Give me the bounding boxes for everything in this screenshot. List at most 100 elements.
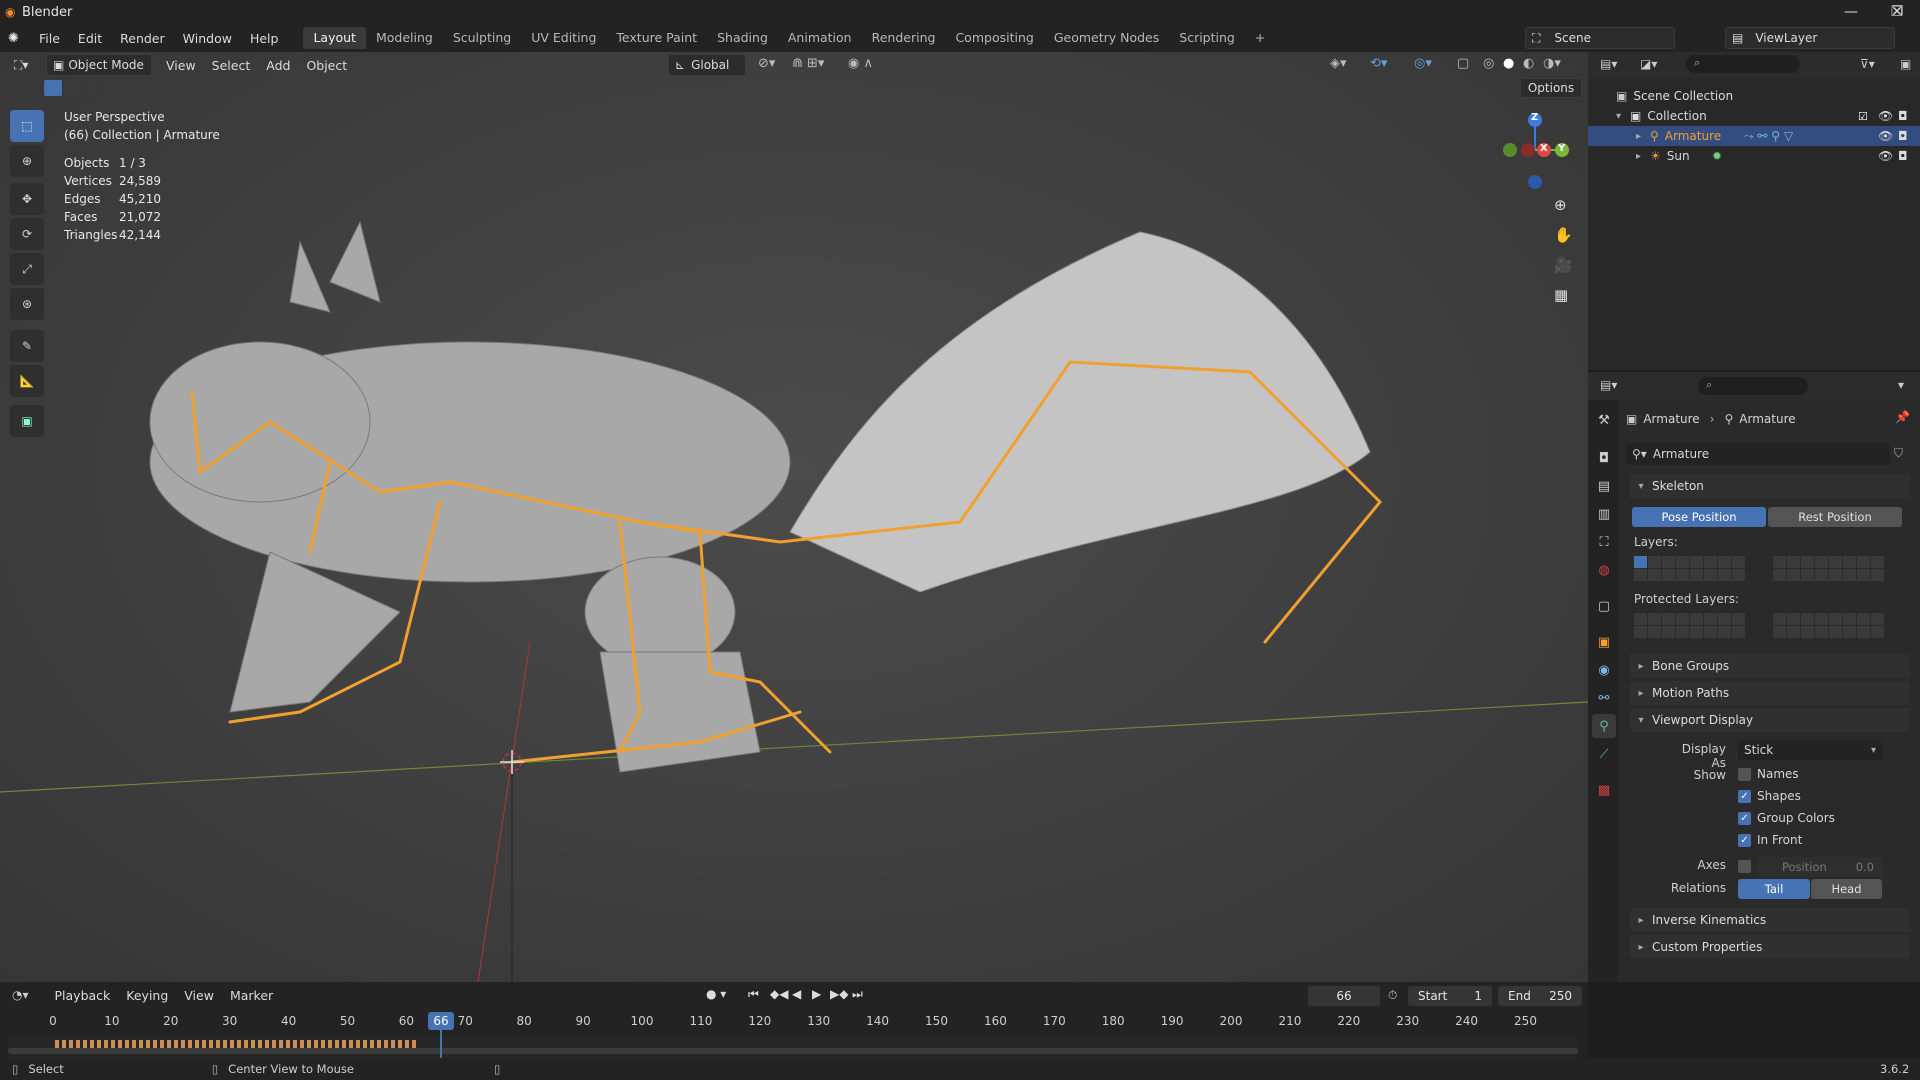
fake-user-shield-icon[interactable]: ⛉ xyxy=(1894,446,1903,461)
tab-world-icon[interactable]: ◍ xyxy=(1592,558,1616,582)
proportional-edit-icon[interactable]: ◉ ∧ xyxy=(848,56,873,71)
exclude-checkbox-icon[interactable]: ☑ xyxy=(1858,110,1868,123)
tab-texture-icon[interactable]: ▩ xyxy=(1592,778,1616,802)
select-new-icon[interactable] xyxy=(44,80,62,96)
tab-tool-icon[interactable]: ⚒ xyxy=(1592,408,1616,432)
outliner-row-sun[interactable]: ▸ ☀ Sun ✹ 👁 ◘ xyxy=(1588,146,1920,166)
xray-icon[interactable]: ▢ xyxy=(1457,56,1469,71)
menu-window[interactable]: Window xyxy=(174,31,241,46)
tab-animation[interactable]: Animation xyxy=(778,27,862,49)
new-collection-icon[interactable]: ▣ xyxy=(1900,57,1911,71)
eye-icon[interactable]: 👁 xyxy=(1878,129,1893,143)
blender-menu-icon[interactable]: ✺ xyxy=(8,31,30,46)
menu-view[interactable]: View xyxy=(158,58,204,73)
layers-grid-b[interactable] xyxy=(1773,556,1884,581)
select-subtract-icon[interactable] xyxy=(83,80,101,96)
transform-orientation[interactable]: ⊾ Global xyxy=(668,54,746,76)
show-in-front-checkbox[interactable]: ✓ In Front xyxy=(1738,833,1802,847)
menu-add[interactable]: Add xyxy=(258,58,298,73)
timeline-editor-icon[interactable]: ◔▾ xyxy=(12,988,29,1002)
tab-scene-icon[interactable]: ⛶ xyxy=(1592,530,1616,554)
tab-collection-icon[interactable]: ▢ xyxy=(1592,594,1616,618)
scene-selector[interactable]: ⛶ Scene xyxy=(1525,27,1675,49)
tab-geometry-nodes[interactable]: Geometry Nodes xyxy=(1044,27,1169,49)
display-mode-icon[interactable]: ◪▾ xyxy=(1640,57,1657,71)
outliner-editor-icon[interactable]: ▤▾ xyxy=(1600,57,1617,71)
3d-viewport[interactable] xyxy=(0,52,1588,982)
outliner-search-input[interactable]: ⌕ xyxy=(1686,55,1800,73)
tab-modeling[interactable]: Modeling xyxy=(366,27,443,49)
tab-compositing[interactable]: Compositing xyxy=(945,27,1043,49)
axes-checkbox[interactable] xyxy=(1738,860,1751,873)
cursor-tool[interactable]: ⊕ xyxy=(10,145,44,177)
measure-tool[interactable]: 📐 xyxy=(10,365,44,397)
tab-scripting[interactable]: Scripting xyxy=(1169,27,1245,49)
start-frame-field[interactable]: Start 1 xyxy=(1408,986,1492,1006)
menu-playback[interactable]: Playback xyxy=(47,988,119,1003)
shading-material-icon[interactable]: ◐ xyxy=(1523,56,1534,71)
filter-icon[interactable]: ⊽▾ xyxy=(1860,57,1875,71)
eye-icon[interactable]: 👁 xyxy=(1878,109,1893,123)
menu-edit[interactable]: Edit xyxy=(69,31,111,46)
move-tool[interactable]: ✥ xyxy=(10,183,44,215)
shading-solid-icon[interactable]: ● xyxy=(1503,56,1514,71)
tab-texture-paint[interactable]: Texture Paint xyxy=(606,27,707,49)
gizmo-toggle-icon[interactable]: ⟲▾ xyxy=(1370,56,1387,71)
close-icon[interactable]: ✕ xyxy=(1874,0,1920,24)
properties-editor-icon[interactable]: ▤▾ xyxy=(1600,378,1617,392)
properties-options-icon[interactable]: ▾ xyxy=(1898,378,1904,392)
playhead-frame-badge[interactable]: 66 xyxy=(428,1012,454,1030)
panel-viewport-display[interactable]: ▾ Viewport Display xyxy=(1630,708,1910,732)
tab-bone-icon[interactable]: ⟋ xyxy=(1592,742,1616,766)
tab-uv-editing[interactable]: UV Editing xyxy=(521,27,606,49)
layers-grid-a[interactable] xyxy=(1634,556,1745,581)
play-reverse-icon[interactable]: ◀ xyxy=(792,987,801,1001)
sun-data-icon[interactable]: ✹ xyxy=(1712,149,1722,163)
outliner-row-armature[interactable]: ▸ ⚲ Armature ⤳ ⚯ ⚲ ▽ 👁 ◘ xyxy=(1588,126,1920,146)
add-cube-tool[interactable]: ▣ xyxy=(10,405,44,437)
tab-output-icon[interactable]: ▤ xyxy=(1592,474,1616,498)
rest-position-button[interactable]: Rest Position xyxy=(1768,507,1902,527)
menu-marker[interactable]: Marker xyxy=(222,988,281,1003)
navigation-gizmo[interactable]: Z Y X xyxy=(1490,108,1570,192)
camera-icon[interactable]: 🎥 xyxy=(1554,256,1573,274)
jump-end-icon[interactable]: ⏭ xyxy=(852,987,863,1002)
pin-icon[interactable]: 📌 xyxy=(1895,410,1910,424)
render-camera-icon[interactable]: ◘ xyxy=(1898,109,1908,123)
properties-search-input[interactable]: ⌕ xyxy=(1698,377,1808,395)
protected-layers-grid-a[interactable] xyxy=(1634,613,1745,638)
tab-physics-icon[interactable]: ◉ xyxy=(1592,658,1616,682)
end-frame-field[interactable]: End 250 xyxy=(1498,986,1582,1006)
preview-range-clock-icon[interactable]: ⏱ xyxy=(1388,988,1397,1003)
outliner-row-collection[interactable]: ▾ ▣ Collection ☑ 👁 ◘ xyxy=(1588,106,1920,126)
editor-type-icon[interactable]: ⛶▾ xyxy=(8,54,40,76)
select-intersect-icon[interactable] xyxy=(122,80,140,96)
add-workspace-icon[interactable]: + xyxy=(1245,27,1275,49)
panel-inverse-kinematics[interactable]: ▸ Inverse Kinematics xyxy=(1630,908,1910,932)
menu-timeline-view[interactable]: View xyxy=(176,988,222,1003)
show-shapes-checkbox[interactable]: ✓ Shapes xyxy=(1738,789,1801,803)
zoom-icon[interactable]: ⊕ xyxy=(1554,196,1567,214)
play-icon[interactable]: ▶ xyxy=(812,987,821,1001)
playhead-line[interactable] xyxy=(440,1030,442,1058)
shading-wireframe-icon[interactable]: ◎ xyxy=(1483,56,1494,71)
perspective-grid-icon[interactable]: ▦ xyxy=(1554,286,1568,304)
expand-icon[interactable]: ▸ xyxy=(1636,131,1650,142)
mode-selector[interactable]: ▣ Object Mode xyxy=(46,54,152,76)
annotate-tool[interactable]: ✎ xyxy=(10,330,44,362)
menu-object[interactable]: Object xyxy=(298,58,355,73)
select-invert-icon[interactable] xyxy=(102,80,121,96)
menu-select[interactable]: Select xyxy=(204,58,259,73)
outliner-row-scene-collection[interactable]: ▣ Scene Collection xyxy=(1588,86,1920,106)
current-frame-field[interactable]: 66 xyxy=(1308,986,1380,1006)
relations-head-button[interactable]: Head xyxy=(1811,879,1882,899)
panel-skeleton[interactable]: ▾ Skeleton xyxy=(1630,474,1910,498)
menu-keying[interactable]: Keying xyxy=(118,988,176,1003)
render-camera-icon[interactable]: ◘ xyxy=(1898,129,1908,143)
panel-motion-paths[interactable]: ▸ Motion Paths xyxy=(1630,681,1910,705)
options-dropdown[interactable]: Options xyxy=(1520,78,1582,98)
tab-armature-data-icon[interactable]: ⚲ xyxy=(1592,714,1616,738)
select-box-tool[interactable]: ⬚ xyxy=(10,110,44,142)
tab-sculpting[interactable]: Sculpting xyxy=(443,27,521,49)
record-icon[interactable]: ● ▾ xyxy=(706,987,726,1001)
